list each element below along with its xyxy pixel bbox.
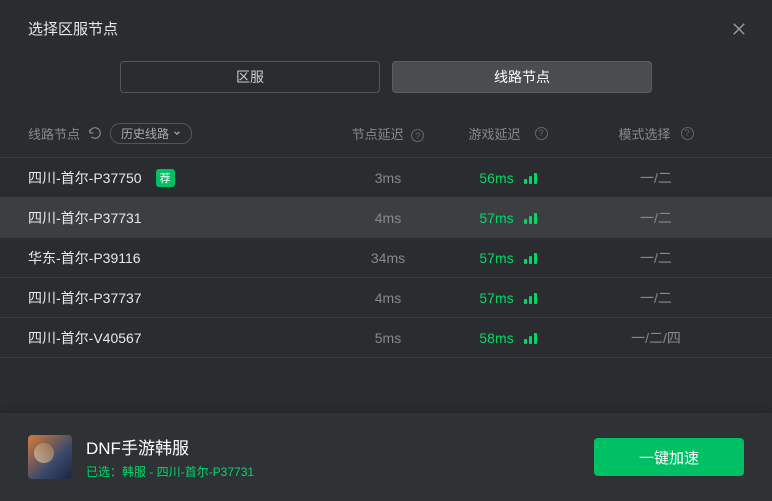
mode-text: 一/二 bbox=[568, 288, 744, 308]
node-row[interactable]: 四川-首尔-P37737 4ms 57ms 一/二 bbox=[0, 278, 772, 318]
info-icon[interactable]: ? bbox=[535, 127, 548, 140]
signal-icon bbox=[524, 332, 537, 344]
history-dropdown-label: 历史线路 bbox=[121, 125, 169, 142]
game-title: DNF手游韩服 bbox=[86, 434, 580, 459]
signal-icon bbox=[524, 212, 537, 224]
refresh-icon[interactable] bbox=[88, 126, 102, 140]
info-icon[interactable]: ? bbox=[411, 129, 424, 142]
node-row[interactable]: 四川-首尔-P37750 荐 3ms 56ms 一/二 bbox=[0, 158, 772, 198]
mode-text: 一/二/四 bbox=[568, 328, 744, 348]
node-list: 四川-首尔-P37750荐3ms56ms一/二四川-首尔-P377314ms57… bbox=[0, 157, 772, 358]
tab-zone[interactable]: 区服 bbox=[120, 61, 380, 93]
node-latency: 4ms bbox=[328, 290, 448, 306]
signal-icon bbox=[524, 252, 537, 264]
node-name: 四川-首尔-V40567 bbox=[28, 328, 142, 348]
node-name: 四川-首尔-P37737 bbox=[28, 288, 142, 308]
signal-icon bbox=[524, 292, 537, 304]
footer: DNF手游韩服 已选：韩服 - 四川-首尔-P37731 一键加速 bbox=[0, 413, 772, 501]
node-row[interactable]: 四川-首尔-P37731 4ms 57ms 一/二 bbox=[0, 198, 772, 238]
col-node-latency-label: 节点延迟 bbox=[352, 127, 404, 142]
history-dropdown[interactable]: 历史线路 bbox=[110, 123, 192, 144]
node-name: 华东-首尔-P39116 bbox=[28, 248, 141, 268]
col-mode-label: 模式选择 bbox=[618, 124, 670, 143]
tab-route[interactable]: 线路节点 bbox=[392, 61, 652, 93]
col-route-label: 线路节点 bbox=[28, 124, 80, 143]
game-icon bbox=[28, 435, 72, 479]
game-latency: 57ms bbox=[479, 210, 513, 226]
mode-text: 一/二 bbox=[568, 248, 744, 268]
column-headers: 线路节点 历史线路 节点延迟 ? 游戏延迟 ? 模式选择 ? bbox=[0, 109, 772, 157]
node-latency: 34ms bbox=[328, 250, 448, 266]
tab-bar: 区服 线路节点 bbox=[0, 53, 772, 109]
node-row[interactable]: 四川-首尔-V40567 5ms 58ms 一/二/四 bbox=[0, 318, 772, 358]
chevron-down-icon bbox=[173, 129, 181, 137]
node-latency: 4ms bbox=[328, 210, 448, 226]
info-icon[interactable]: ? bbox=[681, 127, 694, 140]
game-latency: 57ms bbox=[479, 250, 513, 266]
mode-text: 一/二 bbox=[568, 208, 744, 228]
accelerate-button[interactable]: 一键加速 bbox=[594, 438, 744, 476]
node-latency: 5ms bbox=[328, 330, 448, 346]
recommended-badge: 荐 bbox=[156, 169, 175, 187]
selected-node-text: 已选：韩服 - 四川-首尔-P37731 bbox=[86, 463, 580, 480]
node-row[interactable]: 华东-首尔-P39116 34ms 57ms 一/二 bbox=[0, 238, 772, 278]
mode-text: 一/二 bbox=[568, 168, 744, 188]
node-latency: 3ms bbox=[328, 170, 448, 186]
node-name: 四川-首尔-P37731 bbox=[28, 208, 142, 228]
game-latency: 56ms bbox=[479, 170, 513, 186]
dialog-title: 选择区服节点 bbox=[28, 18, 118, 39]
close-icon[interactable] bbox=[730, 20, 748, 38]
col-game-latency-label: 游戏延迟 bbox=[468, 124, 520, 143]
signal-icon bbox=[524, 172, 537, 184]
game-latency: 57ms bbox=[479, 290, 513, 306]
node-name: 四川-首尔-P37750 bbox=[28, 168, 142, 188]
game-latency: 58ms bbox=[479, 330, 513, 346]
